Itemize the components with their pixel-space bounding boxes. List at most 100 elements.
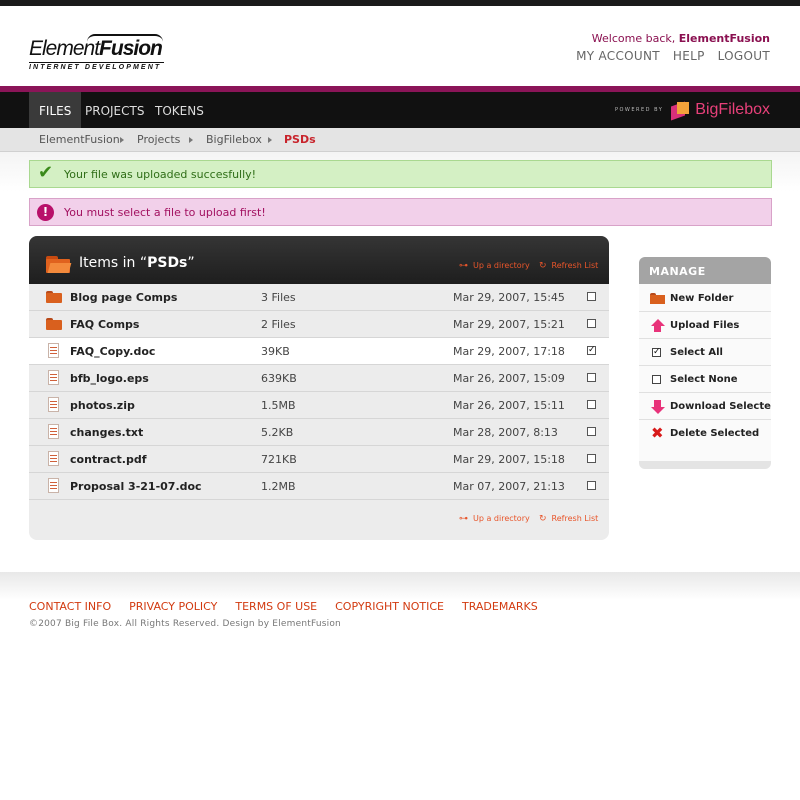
contact-info-link[interactable]: CONTACT INFO	[29, 600, 111, 613]
document-icon	[46, 397, 62, 412]
delete-selected-button[interactable]: ✖ Delete Selected	[639, 420, 771, 447]
file-date: Mar 29, 2007, 15:21	[453, 318, 565, 331]
error-alert: ! You must select a file to upload first…	[29, 198, 772, 226]
bigfilebox-brand: BigFilebox	[695, 101, 770, 118]
copyright-notice-link[interactable]: COPYRIGHT NOTICE	[335, 600, 444, 613]
file-name[interactable]: FAQ Comps	[70, 318, 139, 331]
refresh-icon: ↻	[539, 261, 547, 271]
upload-arrow-icon	[650, 319, 665, 332]
breadcrumb-item[interactable]: ElementFusion	[39, 133, 120, 146]
file-size: 1.2MB	[261, 480, 296, 493]
up-directory-link-bottom[interactable]: ⊶ Up a directory	[459, 514, 530, 524]
refresh-icon: ↻	[539, 514, 547, 524]
chevron-right-icon	[189, 137, 193, 143]
document-icon	[46, 478, 62, 493]
manage-title: MANAGE	[639, 257, 771, 284]
welcome-message: Welcome back, ElementFusion	[591, 32, 770, 45]
file-row[interactable]: bfb_logo.eps 639KB Mar 26, 2007, 15:09	[29, 365, 609, 392]
footer-divider	[0, 572, 800, 600]
folder-icon	[46, 291, 62, 305]
row-checkbox[interactable]	[587, 319, 596, 328]
up-directory-icon: ⊶	[459, 514, 468, 524]
terms-of-use-link[interactable]: TERMS OF USE	[235, 600, 317, 613]
file-row[interactable]: FAQ Comps 2 Files Mar 29, 2007, 15:21	[29, 311, 609, 338]
file-row[interactable]: FAQ_Copy.doc 39KB Mar 29, 2007, 17:18 ✓	[29, 338, 609, 365]
file-row[interactable]: photos.zip 1.5MB Mar 26, 2007, 15:11	[29, 392, 609, 419]
file-size: 3 Files	[261, 291, 296, 304]
breadcrumb-current: PSDs	[284, 133, 316, 146]
trademarks-link[interactable]: TRADEMARKS	[462, 600, 538, 613]
empty-box-icon	[650, 373, 665, 386]
file-size: 2 Files	[261, 318, 296, 331]
tab-files[interactable]: FILES	[29, 92, 82, 128]
chevron-right-icon	[120, 137, 124, 143]
file-name[interactable]: Blog page Comps	[70, 291, 177, 304]
file-date: Mar 28, 2007, 8:13	[453, 426, 558, 439]
file-row[interactable]: changes.txt 5.2KB Mar 28, 2007, 8:13	[29, 419, 609, 446]
my-account-link[interactable]: MY ACCOUNT	[576, 49, 660, 63]
file-name[interactable]: FAQ_Copy.doc	[70, 345, 155, 358]
error-message: You must select a file to upload first!	[64, 206, 266, 219]
folder-icon	[46, 318, 62, 332]
powered-by-badge: POWERED BY BigFilebox	[614, 100, 770, 121]
row-checkbox[interactable]	[587, 292, 596, 301]
new-folder-button[interactable]: New Folder	[639, 285, 771, 312]
upload-files-button[interactable]: Upload Files	[639, 312, 771, 339]
select-all-button[interactable]: ✓ Select All	[639, 339, 771, 366]
file-date: Mar 29, 2007, 15:18	[453, 453, 565, 466]
exclamation-icon: !	[37, 204, 54, 221]
breadcrumb: ElementFusion Projects BigFilebox PSDs	[0, 128, 800, 152]
file-row[interactable]: Proposal 3-21-07.doc 1.2MB Mar 07, 2007,…	[29, 473, 609, 500]
logo-tagline: INTERNET DEVELOPMENT	[29, 62, 164, 71]
select-none-button[interactable]: Select None	[639, 366, 771, 393]
file-name[interactable]: Proposal 3-21-07.doc	[70, 480, 202, 493]
logout-link[interactable]: LOGOUT	[718, 49, 770, 63]
document-icon	[46, 424, 62, 439]
success-alert: ✔ Your file was uploaded succesfully!	[29, 160, 772, 188]
file-row[interactable]: contract.pdf 721KB Mar 29, 2007, 15:18	[29, 446, 609, 473]
row-checkbox[interactable]	[587, 400, 596, 409]
top-bar	[0, 0, 800, 6]
file-row[interactable]: Blog page Comps 3 Files Mar 29, 2007, 15…	[29, 284, 609, 311]
checkmark-icon: ✔	[38, 162, 54, 183]
row-checkbox[interactable]	[587, 373, 596, 382]
file-size: 5.2KB	[261, 426, 294, 439]
file-name[interactable]: photos.zip	[70, 399, 135, 412]
document-icon	[46, 451, 62, 466]
file-list-header: Items in “PSDs” ⊶ Up a directory ↻ Refresh…	[29, 236, 609, 284]
row-checkbox[interactable]	[587, 454, 596, 463]
privacy-policy-link[interactable]: PRIVACY POLICY	[129, 600, 217, 613]
open-folder-icon	[46, 256, 72, 273]
success-message: Your file was uploaded succesfully!	[64, 168, 257, 181]
tab-projects[interactable]: PROJECTS	[75, 92, 154, 128]
breadcrumb-item[interactable]: BigFilebox	[206, 133, 262, 146]
refresh-list-link[interactable]: ↻ Refresh List	[539, 261, 598, 271]
row-checkbox[interactable]	[587, 427, 596, 436]
help-link[interactable]: HELP	[673, 49, 705, 63]
file-name[interactable]: changes.txt	[70, 426, 143, 439]
file-name[interactable]: bfb_logo.eps	[70, 372, 149, 385]
tab-tokens[interactable]: TOKENS	[145, 92, 214, 128]
copyright-text: ©2007 Big File Box. All Rights Reserved.…	[29, 619, 341, 629]
up-directory-icon: ⊶	[459, 261, 468, 271]
logo[interactable]: ElementFusion INTERNET DEVELOPMENT	[29, 34, 164, 74]
powered-by-label: POWERED BY	[614, 107, 664, 113]
checked-box-icon: ✓	[652, 347, 661, 357]
download-selected-button[interactable]: Download Selected	[639, 393, 771, 420]
document-icon	[46, 370, 62, 385]
file-date: Mar 29, 2007, 17:18	[453, 345, 565, 358]
file-date: Mar 26, 2007, 15:09	[453, 372, 565, 385]
refresh-list-link-bottom[interactable]: ↻ Refresh List	[539, 514, 598, 524]
download-arrow-icon	[650, 400, 665, 414]
delete-x-icon: ✖	[651, 424, 664, 442]
panel-title: Items in “PSDs”	[79, 255, 195, 271]
manage-panel: MANAGE New Folder Upload Files ✓ Select …	[639, 257, 771, 469]
up-directory-link[interactable]: ⊶ Up a directory	[459, 261, 530, 271]
breadcrumb-item[interactable]: Projects	[137, 133, 180, 146]
row-checkbox[interactable]	[587, 481, 596, 490]
file-date: Mar 29, 2007, 15:45	[453, 291, 565, 304]
folder-icon	[650, 292, 665, 305]
footer-links: CONTACT INFO PRIVACY POLICY TERMS OF USE…	[29, 600, 538, 613]
file-name[interactable]: contract.pdf	[70, 453, 147, 466]
row-checkbox-checked[interactable]: ✓	[587, 346, 596, 355]
